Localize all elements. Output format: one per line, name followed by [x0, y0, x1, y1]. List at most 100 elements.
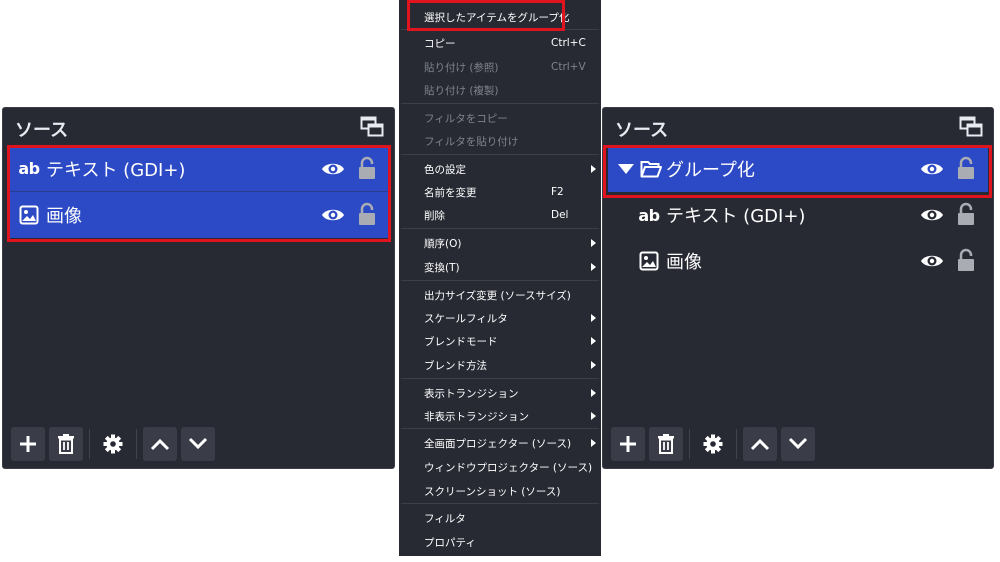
- trash-icon: [658, 434, 674, 454]
- menu-item-label: ウィンドウプロジェクター (ソース): [424, 461, 593, 474]
- menu-item-label: 変換(T): [424, 261, 460, 274]
- context-menu-item[interactable]: フィルタをコピー: [399, 108, 601, 128]
- source-item-text[interactable]: ab テキスト (GDI+): [608, 192, 988, 238]
- folder-icon: [638, 160, 664, 178]
- source-item-image[interactable]: 画像: [8, 192, 389, 238]
- panel-title: ソース: [615, 120, 669, 141]
- context-menu-item[interactable]: 出力サイズ変更 (ソースサイズ): [399, 285, 601, 305]
- eye-icon[interactable]: [920, 251, 944, 271]
- panel-title: ソース: [15, 120, 69, 141]
- add-source-button[interactable]: [11, 427, 45, 461]
- context-menu-item[interactable]: スケールフィルタ: [399, 308, 601, 328]
- source-item-image[interactable]: 画像: [608, 238, 988, 284]
- menu-item-label: フィルタを貼り付け: [424, 135, 519, 148]
- lock-icon[interactable]: [357, 201, 377, 227]
- menu-item-label: 貼り付け (複製): [424, 84, 499, 97]
- lock-icon[interactable]: [956, 201, 976, 227]
- sources-panel-after: ソース グループ化 ab テキスト (GDI+) 画像: [602, 107, 994, 469]
- lock-icon[interactable]: [956, 155, 976, 181]
- chevron-up-icon: [150, 438, 170, 451]
- panel-header: ソース: [603, 108, 993, 146]
- move-down-button[interactable]: [181, 427, 215, 461]
- move-down-button[interactable]: [781, 427, 815, 461]
- menu-item-label: コピー: [424, 37, 456, 50]
- remove-source-button[interactable]: [649, 427, 683, 461]
- context-menu-item[interactable]: 名前を変更 F2: [399, 182, 601, 202]
- source-label: テキスト (GDI+): [46, 159, 186, 181]
- submenu-arrow-icon: [591, 361, 596, 369]
- eye-icon[interactable]: [321, 205, 345, 225]
- context-menu-item[interactable]: プロパティ: [399, 532, 601, 552]
- context-menu-item[interactable]: フィルタ: [399, 508, 601, 528]
- context-menu-item[interactable]: 削除 Del: [399, 205, 601, 225]
- submenu-arrow-icon: [591, 263, 596, 271]
- toolbar-divider: [736, 429, 737, 459]
- lock-icon[interactable]: [357, 155, 377, 181]
- remove-source-button[interactable]: [49, 427, 83, 461]
- source-properties-button[interactable]: [96, 427, 130, 461]
- context-menu-item[interactable]: 表示トランジション: [399, 383, 601, 403]
- sources-panel-before: ソース ab テキスト (GDI+) 画像: [2, 107, 395, 469]
- menu-item-label: 色の設定: [424, 163, 466, 176]
- context-menu-item[interactable]: フィルタを貼り付け: [399, 131, 601, 151]
- source-toolbar: [611, 427, 819, 461]
- context-menu-item[interactable]: ブレンド方法: [399, 355, 601, 375]
- submenu-arrow-icon: [591, 412, 596, 420]
- context-menu: 選択したアイテムをグループ化 コピー Ctrl+C 貼り付け (参照) Ctrl+V 貼り…: [399, 0, 601, 556]
- undock-icon[interactable]: [360, 116, 384, 138]
- eye-icon[interactable]: [920, 205, 944, 225]
- menu-item-label: 削除: [424, 209, 445, 222]
- plus-icon: [20, 436, 36, 452]
- context-menu-item[interactable]: スクリーンショット (ソース): [399, 481, 601, 501]
- menu-item-label: 表示トランジション: [424, 387, 519, 400]
- context-menu-item[interactable]: 非表示トランジション: [399, 406, 601, 426]
- menu-separator: [401, 154, 599, 155]
- source-list: ab テキスト (GDI+) 画像: [8, 146, 389, 238]
- menu-item-label: フィルタをコピー: [424, 112, 508, 125]
- trash-icon: [58, 434, 74, 454]
- move-up-button[interactable]: [743, 427, 777, 461]
- toolbar-divider: [89, 429, 90, 459]
- menu-item-label: ブレンドモード: [424, 335, 498, 348]
- menu-item-label: 全画面プロジェクター (ソース): [424, 437, 572, 450]
- submenu-arrow-icon: [591, 314, 596, 322]
- lock-icon[interactable]: [956, 247, 976, 273]
- chevron-up-icon: [750, 438, 770, 451]
- source-properties-button[interactable]: [696, 427, 730, 461]
- move-up-button[interactable]: [143, 427, 177, 461]
- image-icon: [636, 251, 662, 271]
- context-menu-item[interactable]: 貼り付け (複製): [399, 80, 601, 100]
- context-menu-item[interactable]: 全画面プロジェクター (ソース): [399, 433, 601, 453]
- menu-item-shortcut: Ctrl+C: [551, 37, 586, 49]
- source-group-item[interactable]: グループ化: [608, 146, 988, 192]
- menu-item-label: ブレンド方法: [424, 359, 487, 372]
- source-label: グループ化: [666, 160, 755, 181]
- context-menu-item[interactable]: 順序(O): [399, 233, 601, 253]
- menu-item-label: 名前を変更: [424, 186, 477, 199]
- context-menu-item[interactable]: 色の設定: [399, 159, 601, 179]
- source-toolbar: [11, 427, 219, 461]
- submenu-arrow-icon: [591, 337, 596, 345]
- source-list: グループ化 ab テキスト (GDI+) 画像: [608, 146, 988, 284]
- add-source-button[interactable]: [611, 427, 645, 461]
- expand-caret-icon[interactable]: [618, 164, 634, 174]
- source-label: 画像: [46, 206, 82, 227]
- menu-item-shortcut: F2: [551, 186, 564, 198]
- context-menu-item[interactable]: コピー Ctrl+C: [399, 33, 601, 53]
- menu-item-shortcut: Del: [551, 209, 569, 221]
- context-menu-item[interactable]: 変換(T): [399, 257, 601, 277]
- menu-item-label: 貼り付け (参照): [424, 61, 499, 74]
- menu-item-label: フィルタ: [424, 512, 466, 525]
- menu-item-label: 出力サイズ変更 (ソースサイズ): [424, 289, 571, 302]
- context-menu-item[interactable]: 貼り付け (参照) Ctrl+V: [399, 57, 601, 77]
- chevron-down-icon: [788, 437, 808, 450]
- context-menu-item[interactable]: ウィンドウプロジェクター (ソース): [399, 457, 601, 477]
- toolbar-divider: [136, 429, 137, 459]
- undock-icon[interactable]: [959, 116, 983, 138]
- plus-icon: [620, 436, 636, 452]
- source-item-text[interactable]: ab テキスト (GDI+): [8, 146, 389, 192]
- eye-icon[interactable]: [321, 159, 345, 179]
- context-menu-item[interactable]: ブレンドモード: [399, 331, 601, 351]
- menu-separator: [401, 103, 599, 104]
- eye-icon[interactable]: [920, 159, 944, 179]
